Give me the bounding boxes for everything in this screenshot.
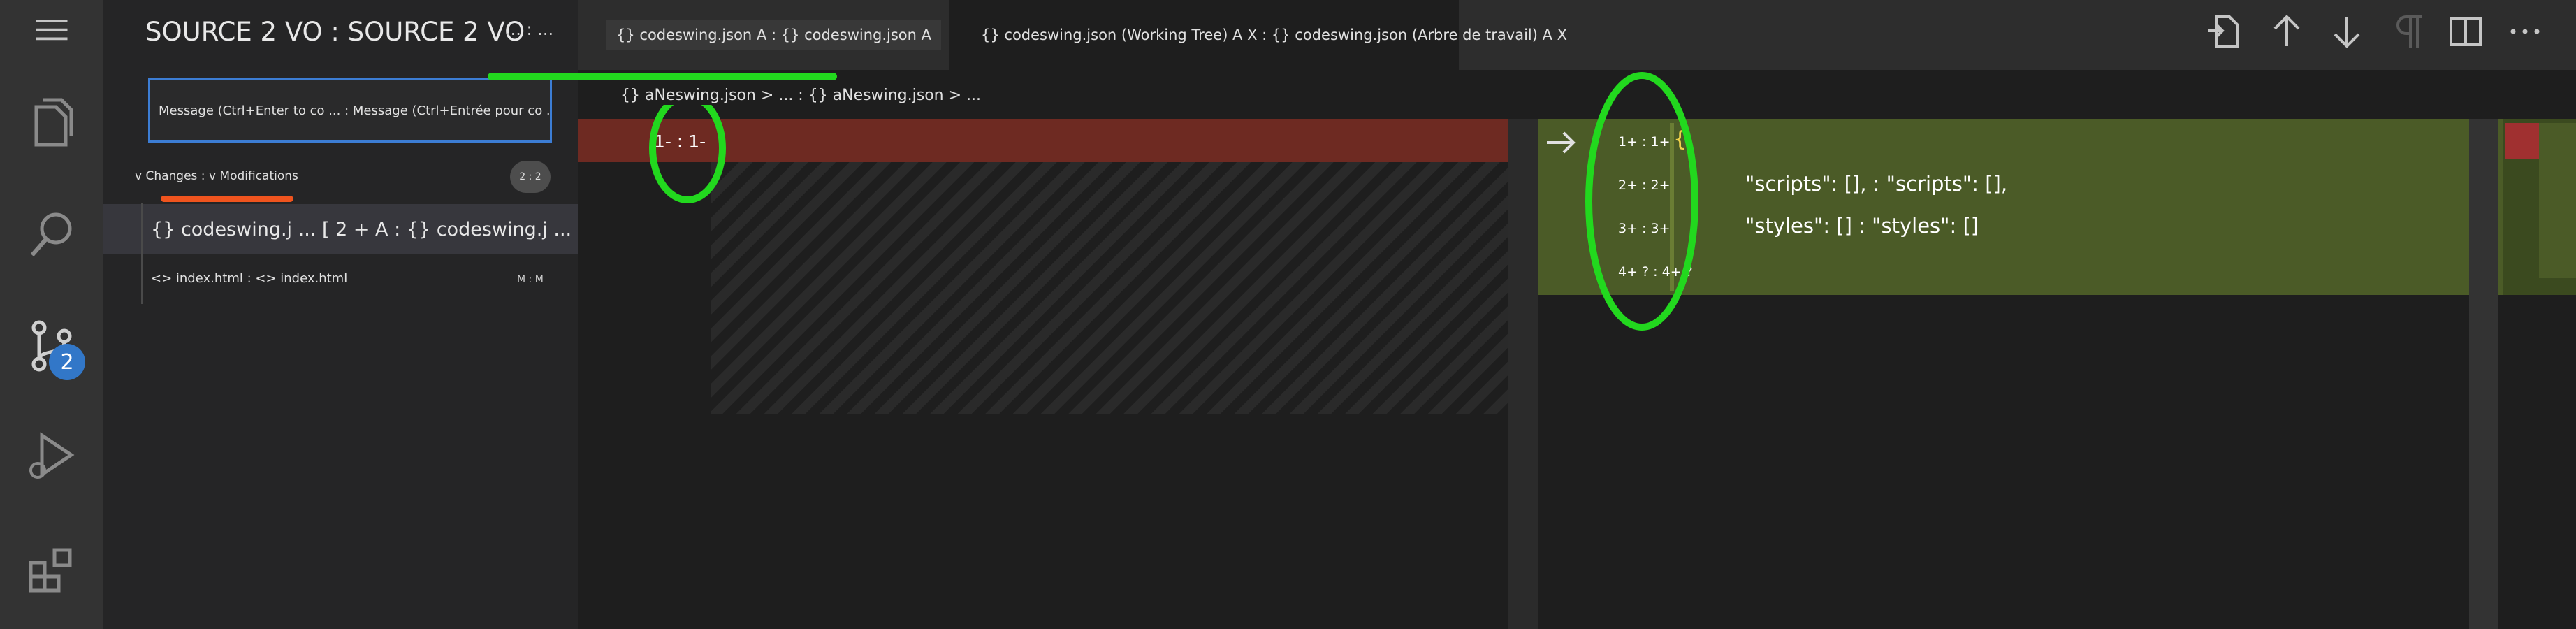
breadcrumb[interactable]: {} aNeswing.json > ... : {} aNeswing.jso… bbox=[620, 87, 981, 104]
original-pane-scrollbar[interactable] bbox=[1508, 119, 1538, 629]
editor-tab-bar: {} codeswing.json A : {} codeswing.json … bbox=[578, 0, 2576, 70]
extensions-button[interactable] bbox=[0, 524, 103, 615]
vscode-window: 2 SOURCE 2 VO : SOURCE 2 VO ... : ... Me… bbox=[0, 0, 2576, 629]
tab-codeswing[interactable]: {} codeswing.json A : {} codeswing.json … bbox=[578, 0, 949, 70]
commit-message-input[interactable]: Message (Ctrl+Enter to co ... : Message … bbox=[148, 78, 552, 143]
arrow-down-icon[interactable] bbox=[2325, 10, 2368, 53]
changed-file-label: {} codeswing.j ... [ 2 + A : {} codeswin… bbox=[151, 218, 644, 240]
sidebar-more-actions[interactable]: ... : ... bbox=[505, 20, 553, 39]
open-file-icon[interactable] bbox=[2203, 10, 2246, 53]
changed-file-row-codeswing[interactable]: {} codeswing.j ... [ 2 + A : {} codeswin… bbox=[103, 204, 643, 254]
source-control-badge: 2 bbox=[49, 344, 85, 380]
diff-filler-hatch bbox=[711, 162, 1515, 414]
changes-count-badge: 2 : 2 bbox=[510, 161, 551, 193]
source-control-button[interactable] bbox=[0, 301, 103, 391]
overview-ruler-removed bbox=[2505, 123, 2539, 159]
split-editor-icon[interactable] bbox=[2444, 10, 2487, 53]
source-control-sidebar: SOURCE 2 VO : SOURCE 2 VO ... : ... Mess… bbox=[103, 0, 643, 629]
diff-original-pane[interactable] bbox=[578, 119, 1515, 629]
hamburger-menu-icon bbox=[36, 19, 68, 40]
tree-indent-guide bbox=[141, 203, 143, 304]
tab-label: {} codeswing.json (Working Tree) A X : {… bbox=[981, 27, 1568, 43]
arrow-up-icon[interactable] bbox=[2265, 10, 2308, 53]
tab-codeswing-working-tree[interactable]: {} codeswing.json (Working Tree) A X : {… bbox=[949, 0, 1567, 70]
original-line-number: 1- : 1- bbox=[654, 131, 706, 152]
run-debug-icon bbox=[29, 432, 75, 479]
arrow-right-icon[interactable] bbox=[1543, 124, 1579, 161]
modified-line-number: 4+ ? : 4+ ? bbox=[1618, 264, 1693, 280]
changed-file-row-index[interactable]: <> index.html : <> index.html bbox=[151, 271, 347, 286]
sidebar-title: SOURCE 2 VO : SOURCE 2 VO bbox=[145, 17, 525, 47]
code-line[interactable]: "scripts": [], : "scripts": [], bbox=[1745, 172, 2007, 196]
code-open-brace: { bbox=[1673, 127, 1687, 152]
removed-line-highlight bbox=[578, 119, 1515, 162]
run-debug-button[interactable] bbox=[0, 412, 103, 503]
files-icon bbox=[34, 98, 73, 147]
diff-modified-pane[interactable] bbox=[1538, 119, 2576, 629]
file-status-badge: M : M bbox=[517, 274, 544, 285]
pilcrow-icon[interactable] bbox=[2387, 10, 2430, 53]
search-button[interactable] bbox=[0, 189, 103, 280]
modified-pane-scrollbar[interactable] bbox=[2469, 119, 2498, 629]
more-actions-icon[interactable] bbox=[2503, 10, 2547, 53]
menu-button[interactable] bbox=[0, 0, 103, 59]
activity-bar: 2 bbox=[0, 0, 103, 629]
modified-line-number: 3+ : 3+ bbox=[1618, 221, 1671, 236]
explorer-button[interactable] bbox=[0, 77, 103, 168]
modified-line-number: 2+ : 2+ bbox=[1618, 178, 1671, 193]
tab-label: {} codeswing.json A : {} codeswing.json … bbox=[606, 20, 941, 50]
extensions-icon bbox=[29, 548, 72, 593]
search-icon bbox=[30, 212, 72, 256]
code-line[interactable]: "styles": [] : "styles": [] bbox=[1745, 214, 1979, 238]
annotation-green-underline bbox=[488, 73, 837, 80]
overview-ruler-added bbox=[2539, 123, 2576, 278]
annotation-orange-underline bbox=[161, 196, 293, 202]
modified-line-number: 1+ : 1+ bbox=[1618, 134, 1671, 150]
changes-section-header[interactable]: v Changes : v Modifications bbox=[135, 169, 298, 183]
